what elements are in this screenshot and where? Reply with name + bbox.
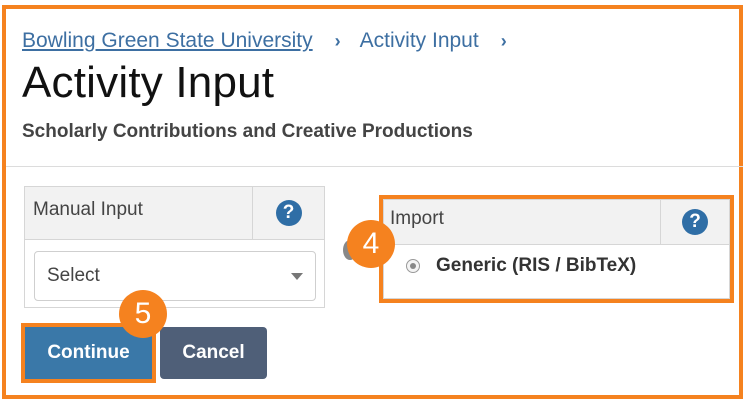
breadcrumb-link-university[interactable]: Bowling Green State University — [22, 29, 313, 53]
manual-input-select[interactable]: Select — [34, 251, 316, 301]
breadcrumb-item-activity-input[interactable]: Activity Input — [360, 29, 479, 53]
step-badge-5: 5 — [119, 290, 167, 338]
manual-input-label: Manual Input — [33, 199, 143, 220]
help-icon[interactable]: ? — [275, 200, 302, 226]
caret-down-icon — [291, 272, 303, 280]
chevron-right-icon: › — [334, 30, 341, 51]
cancel-button[interactable]: Cancel — [160, 327, 267, 379]
manual-input-panel: Manual Input ? Select — [24, 186, 325, 308]
manual-input-help-cell: ? — [252, 187, 324, 239]
page-subtitle: Scholarly Contributions and Creative Pro… — [22, 121, 473, 142]
step-badge-4: 4 — [347, 220, 395, 268]
import-highlight-frame — [379, 195, 734, 303]
chevron-right-icon: › — [500, 30, 507, 51]
breadcrumb: Bowling Green State University › Activit… — [22, 29, 526, 53]
page-title: Activity Input — [22, 58, 275, 107]
divider — [6, 166, 743, 167]
manual-input-header: Manual Input ? — [25, 187, 324, 240]
select-value: Select — [47, 265, 100, 286]
